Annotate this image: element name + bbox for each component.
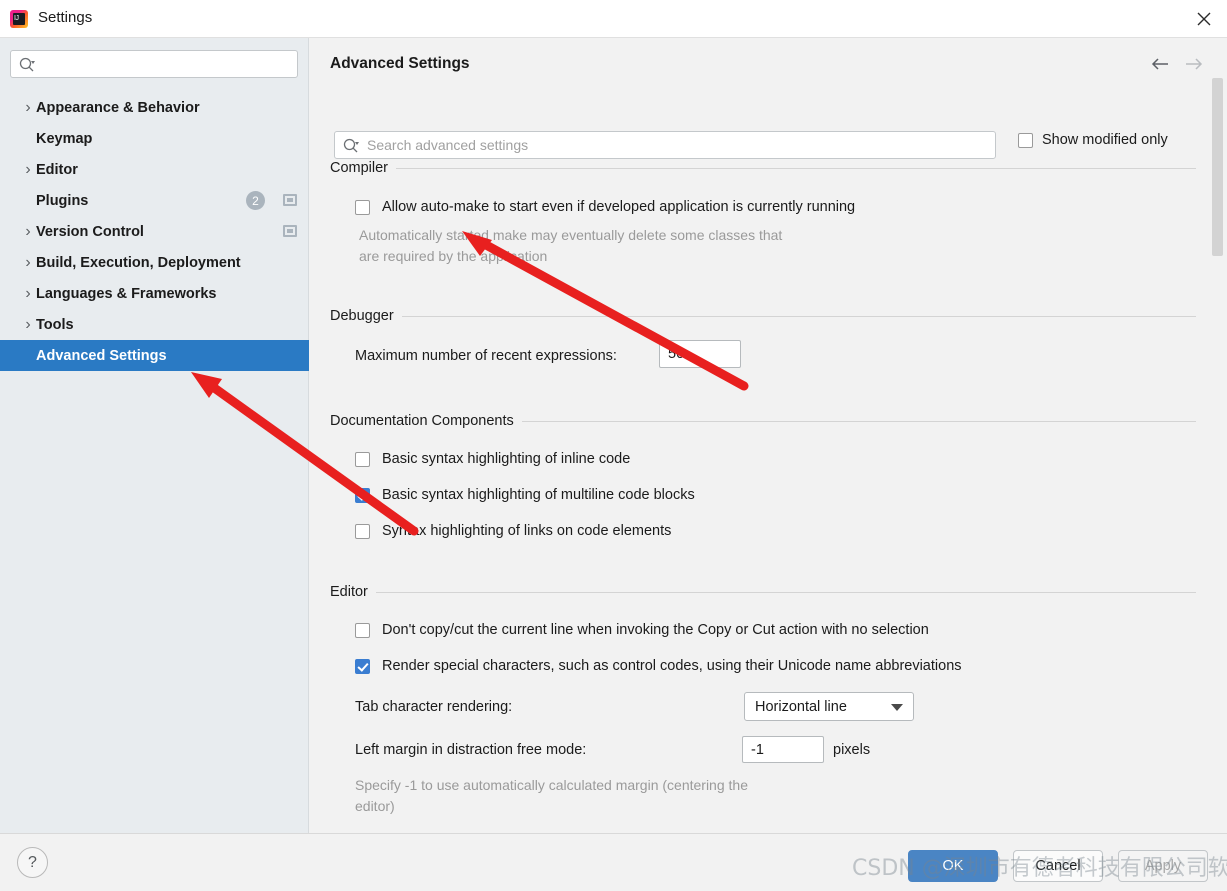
option-label: Don't copy/cut the current line when inv…: [382, 622, 929, 638]
dialog-footer: ? OK Cancel Apply: [0, 833, 1227, 891]
group-title: Editor: [330, 584, 368, 600]
option-render-special-characters[interactable]: Render special characters, such as contr…: [355, 658, 962, 674]
sidebar-item-label: Version Control: [36, 223, 144, 240]
sidebar-item-label: Appearance & Behavior: [36, 99, 200, 116]
sidebar-item-plugins[interactable]: › Plugins 2: [0, 185, 309, 216]
group-title: Documentation Components: [330, 413, 514, 429]
sidebar-item-label: Plugins: [36, 192, 89, 209]
checkbox-box[interactable]: [355, 199, 370, 215]
sidebar-item-label: Tools: [36, 316, 74, 333]
intellij-idea-icon: IJ: [10, 10, 28, 28]
option-syntax-highlight-links[interactable]: Syntax highlighting of links on code ele…: [355, 523, 671, 539]
sidebar-item-keymap[interactable]: › Keymap: [0, 123, 309, 154]
chevron-right-icon: ›: [25, 284, 31, 302]
chevron-down-icon: [891, 703, 903, 711]
option-dont-copy-cut-current-line[interactable]: Don't copy/cut the current line when inv…: [355, 622, 929, 638]
divider: [521, 420, 1196, 422]
help-button[interactable]: ?: [17, 847, 48, 878]
sidebar-item-editor[interactable]: › Editor: [0, 154, 309, 185]
arrow-left-icon[interactable]: [1149, 54, 1171, 74]
sidebar-item-build-execution-deployment[interactable]: › Build, Execution, Deployment: [0, 247, 309, 278]
divider: [401, 315, 1196, 317]
sidebar-item-appearance-behavior[interactable]: › Appearance & Behavior: [0, 92, 309, 123]
window-icon: [283, 194, 297, 206]
window-icon: [283, 225, 297, 237]
group-header-editor: Editor: [330, 584, 1196, 600]
close-icon[interactable]: [1181, 0, 1227, 37]
max-recent-expressions-input[interactable]: 50: [659, 340, 741, 368]
option-allow-auto-make[interactable]: Allow auto-make to start even if develop…: [355, 199, 855, 215]
arrow-right-icon[interactable]: [1183, 54, 1205, 74]
search-icon: [343, 138, 361, 154]
checkbox-box[interactable]: [355, 451, 370, 467]
left-margin-distraction-free-input[interactable]: -1: [742, 736, 824, 763]
settings-dialog: IJ Settings › Appearance & Behavior Keym…: [0, 0, 1227, 891]
group-title: Compiler: [330, 160, 389, 176]
sidebar-item-label: Build, Execution, Deployment: [36, 254, 241, 271]
sidebar-item-version-control[interactable]: › Version Control: [0, 216, 309, 247]
show-modified-only-label: Show modified only: [1042, 132, 1168, 148]
chevron-right-icon: ›: [25, 160, 31, 178]
editor-margin-hint-text: Specify -1 to use automatically calculat…: [355, 777, 748, 814]
option-basic-syntax-multiline-code-blocks[interactable]: Basic syntax highlighting of multiline c…: [355, 487, 695, 503]
sidebar-item-advanced-settings[interactable]: › Advanced Settings: [0, 340, 309, 371]
checkbox-box[interactable]: [355, 523, 370, 539]
group-header-documentation-components: Documentation Components: [330, 413, 1196, 429]
group-title: Debugger: [330, 308, 394, 324]
sidebar-item-tools[interactable]: › Tools: [0, 309, 309, 340]
window-title: Settings: [38, 9, 93, 26]
chevron-right-icon: ›: [25, 222, 31, 240]
checkbox-box[interactable]: [355, 658, 370, 674]
advanced-search-placeholder: Search advanced settings: [367, 137, 529, 153]
tab-character-rendering-label: Tab character rendering:: [355, 699, 513, 715]
scrollbar-thumb[interactable]: [1212, 78, 1223, 256]
checkbox-box[interactable]: [355, 487, 370, 503]
sidebar-item-label: Editor: [36, 161, 78, 178]
ok-button[interactable]: OK: [908, 850, 998, 882]
advanced-search-input[interactable]: Search advanced settings: [334, 131, 996, 159]
checkbox-box[interactable]: [355, 622, 370, 638]
sidebar-item-label: Keymap: [36, 130, 93, 147]
page-title: Advanced Settings: [330, 55, 470, 72]
show-modified-only-checkbox[interactable]: Show modified only: [1018, 132, 1168, 148]
advanced-settings-pane: Advanced Settings Search advanced settin…: [310, 38, 1227, 870]
chevron-right-icon: ›: [25, 315, 31, 333]
option-label: Basic syntax highlighting of inline code: [382, 451, 631, 467]
tab-character-rendering-select[interactable]: Horizontal line: [744, 692, 914, 721]
divider: [396, 167, 1196, 169]
option-label: Render special characters, such as contr…: [382, 658, 962, 674]
content-scrollbar[interactable]: [1212, 78, 1223, 818]
option-label: Syntax highlighting of links on code ele…: [382, 523, 672, 539]
cancel-button[interactable]: Cancel: [1013, 850, 1103, 882]
settings-sidebar: › Appearance & Behavior › Keymap › Edito…: [0, 38, 309, 833]
left-margin-distraction-free-label: Left margin in distraction free mode:: [355, 742, 587, 758]
apply-button[interactable]: Apply: [1118, 850, 1208, 882]
group-header-compiler: Compiler: [330, 160, 1196, 176]
group-header-debugger: Debugger: [330, 308, 1196, 324]
sidebar-search-input[interactable]: [10, 50, 298, 78]
sidebar-item-languages-frameworks[interactable]: › Languages & Frameworks: [0, 278, 309, 309]
option-label: Allow auto-make to start even if develop…: [382, 199, 856, 215]
compiler-hint-text: Automatically started make may eventuall…: [359, 227, 783, 264]
chevron-right-icon: ›: [25, 98, 31, 116]
divider: [375, 591, 1196, 593]
option-label: Basic syntax highlighting of multiline c…: [382, 487, 695, 503]
checkbox-box[interactable]: [1018, 132, 1033, 148]
left-margin-unit-label: pixels: [833, 742, 871, 758]
sidebar-item-label: Languages & Frameworks: [36, 285, 217, 302]
option-basic-syntax-inline-code[interactable]: Basic syntax highlighting of inline code: [355, 451, 630, 467]
tab-character-rendering-value: Horizontal line: [755, 698, 847, 715]
chevron-right-icon: ›: [25, 253, 31, 271]
title-bar: IJ Settings: [0, 0, 1227, 38]
plugins-update-badge: 2: [246, 191, 265, 210]
search-icon: [19, 57, 37, 73]
settings-tree: › Appearance & Behavior › Keymap › Edito…: [0, 92, 309, 371]
sidebar-item-label: Advanced Settings: [36, 347, 167, 364]
max-recent-expressions-label: Maximum number of recent expressions:: [355, 348, 617, 364]
